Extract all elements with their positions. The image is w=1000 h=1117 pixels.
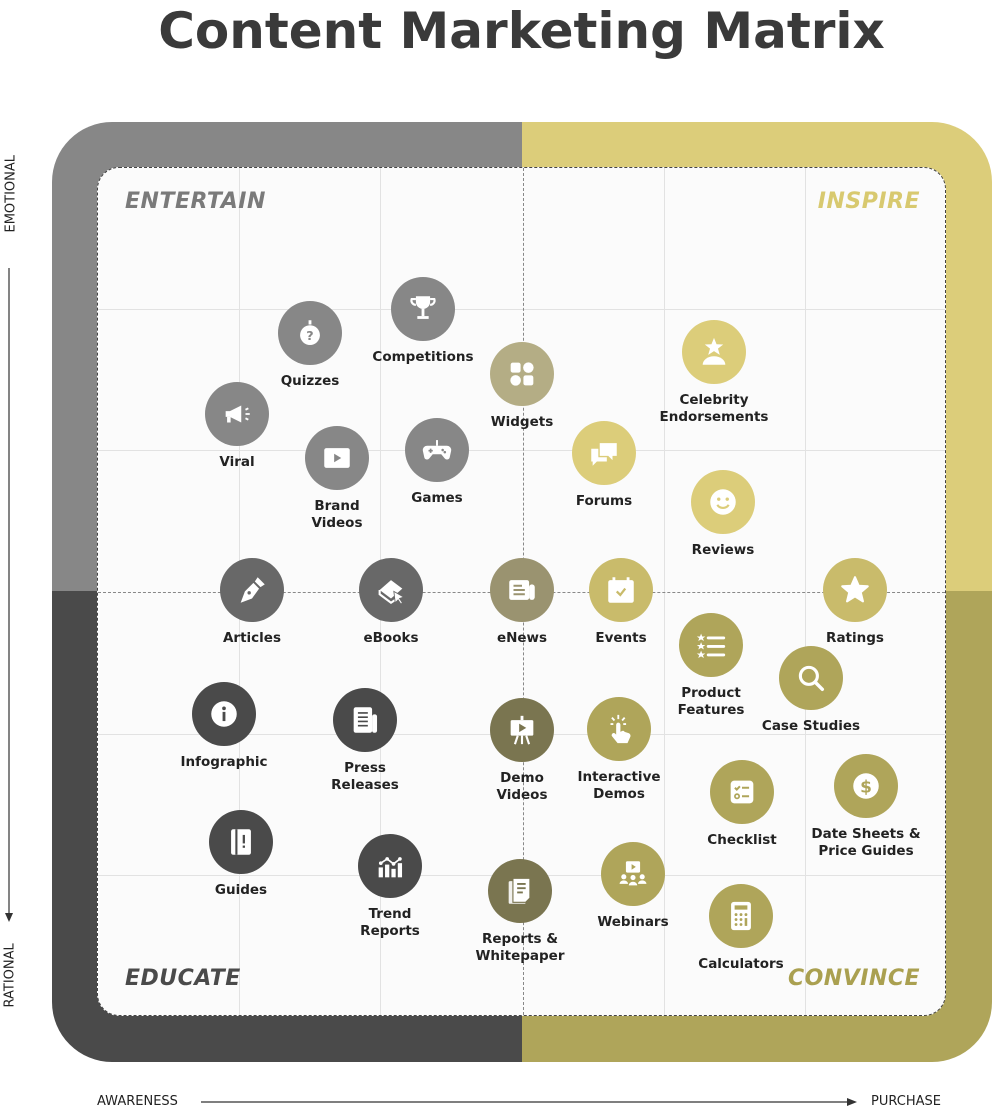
info-badge: [192, 682, 256, 746]
matrix-item-label: Infographic: [180, 754, 268, 770]
matrix-item-label: Articles: [222, 630, 281, 646]
page-title: Content Marketing Matrix: [158, 2, 885, 60]
trend-chart-badge: [358, 834, 422, 898]
widgets-icon: [505, 357, 539, 391]
ebook-cursor-icon: [374, 573, 408, 607]
megaphone-badge: [205, 382, 269, 446]
chat-bubbles-badge: [572, 421, 636, 485]
matrix-item-label: Case Studies: [761, 718, 861, 734]
matrix-item-label: Guides: [214, 882, 268, 898]
matrix-item-label: eBooks: [363, 630, 419, 646]
star-badge: [823, 558, 887, 622]
matrix-item-ratings: Ratings: [785, 558, 925, 647]
press-document-badge: [333, 688, 397, 752]
play-video-badge: [305, 426, 369, 490]
stopwatch-question-icon: ?: [293, 316, 327, 350]
matrix-item-label: Interactive Demos: [577, 769, 661, 802]
checklist-badge: [710, 760, 774, 824]
presentation-play-icon: [505, 713, 539, 747]
gamepad-icon: [420, 433, 454, 467]
webinar-audience-icon: [616, 857, 650, 891]
webinar-audience-badge: [601, 842, 665, 906]
calculator-icon: [724, 899, 758, 933]
matrix-item-infographic: Infographic: [154, 682, 294, 771]
press-document-icon: [348, 703, 382, 737]
gridline: [98, 309, 945, 310]
matrix-item-ebooks: eBooks: [321, 558, 461, 647]
star-list-badge: [679, 613, 743, 677]
matrix-item-articles: Articles: [182, 558, 322, 647]
horizontal-axis-arrow: [201, 1098, 857, 1106]
guide-book-icon: [224, 825, 258, 859]
svg-text:?: ?: [306, 329, 313, 344]
matrix-item-date-sheets: $ Date Sheets & Price Guides: [796, 754, 936, 860]
calendar-check-icon: [604, 573, 638, 607]
axis-label-rational: RATIONAL: [2, 943, 18, 1008]
stopwatch-question-badge: ?: [278, 301, 342, 365]
tap-hand-badge: [587, 697, 651, 761]
dollar-coin-badge: $: [834, 754, 898, 818]
info-icon: [207, 697, 241, 731]
matrix-item-calculators: Calculators: [671, 884, 811, 973]
checklist-icon: [725, 775, 759, 809]
magnifier-icon: [794, 661, 828, 695]
matrix-item-celebrity-endorsements: Celebrity Endorsements: [644, 320, 784, 426]
pen-nib-badge: [220, 558, 284, 622]
star-icon: [838, 573, 872, 607]
matrix-item-case-studies: Case Studies: [741, 646, 881, 735]
trophy-icon: [406, 292, 440, 326]
ebook-cursor-badge: [359, 558, 423, 622]
newspaper-badge: [490, 558, 554, 622]
star-list-icon: [694, 628, 728, 662]
axis-label-awareness: AWARENESS: [97, 1094, 178, 1109]
matrix-item-reviews: Reviews: [653, 470, 793, 559]
matrix-item-trend-reports: Trend Reports: [320, 834, 460, 940]
matrix-item-label: Games: [411, 490, 463, 506]
celebrity-star-badge: [682, 320, 746, 384]
matrix-item-label: Reports & Whitepaper: [475, 931, 565, 964]
matrix-item-checklist: Checklist: [672, 760, 812, 849]
calculator-badge: [709, 884, 773, 948]
newspaper-icon: [505, 573, 539, 607]
quadrant-label-educate: EDUCATE: [125, 966, 241, 991]
dollar-coin-icon: $: [849, 769, 883, 803]
matrix-item-guides: Guides: [171, 810, 311, 899]
play-video-icon: [320, 441, 354, 475]
matrix-item-label: Press Releases: [331, 760, 399, 793]
matrix-item-quizzes: ? Quizzes: [240, 301, 380, 390]
matrix-item-label: Reviews: [691, 542, 755, 558]
documents-badge: [488, 859, 552, 923]
celebrity-star-icon: [697, 335, 731, 369]
matrix-item-press-releases: Press Releases: [295, 688, 435, 794]
trophy-badge: [391, 277, 455, 341]
tap-hand-icon: [602, 712, 636, 746]
matrix-item-label: Ratings: [826, 630, 884, 646]
matrix-item-label: Calculators: [698, 956, 784, 972]
matrix-item-label: Trend Reports: [360, 906, 420, 939]
vertical-axis-arrow: [5, 268, 13, 922]
trend-chart-icon: [373, 849, 407, 883]
quadrant-label-inspire: INSPIRE: [817, 189, 920, 214]
matrix-item-widgets: Widgets: [452, 342, 592, 431]
magnifier-badge: [779, 646, 843, 710]
matrix-item-interactive-demos: Interactive Demos: [549, 697, 689, 803]
guide-book-badge: [209, 810, 273, 874]
smiley-icon: [706, 485, 740, 519]
megaphone-icon: [220, 397, 254, 431]
svg-text:$: $: [860, 777, 872, 797]
axis-label-emotional: EMOTIONAL: [3, 154, 19, 233]
matrix-item-games: Games: [367, 418, 507, 507]
pen-nib-icon: [235, 573, 269, 607]
quadrant-label-entertain: ENTERTAIN: [125, 189, 266, 214]
chat-bubbles-icon: [587, 436, 621, 470]
widgets-badge: [490, 342, 554, 406]
matrix-item-label: Date Sheets & Price Guides: [811, 826, 921, 859]
smiley-badge: [691, 470, 755, 534]
axis-label-purchase: PURCHASE: [871, 1094, 941, 1109]
presentation-play-badge: [490, 698, 554, 762]
documents-icon: [503, 874, 537, 908]
